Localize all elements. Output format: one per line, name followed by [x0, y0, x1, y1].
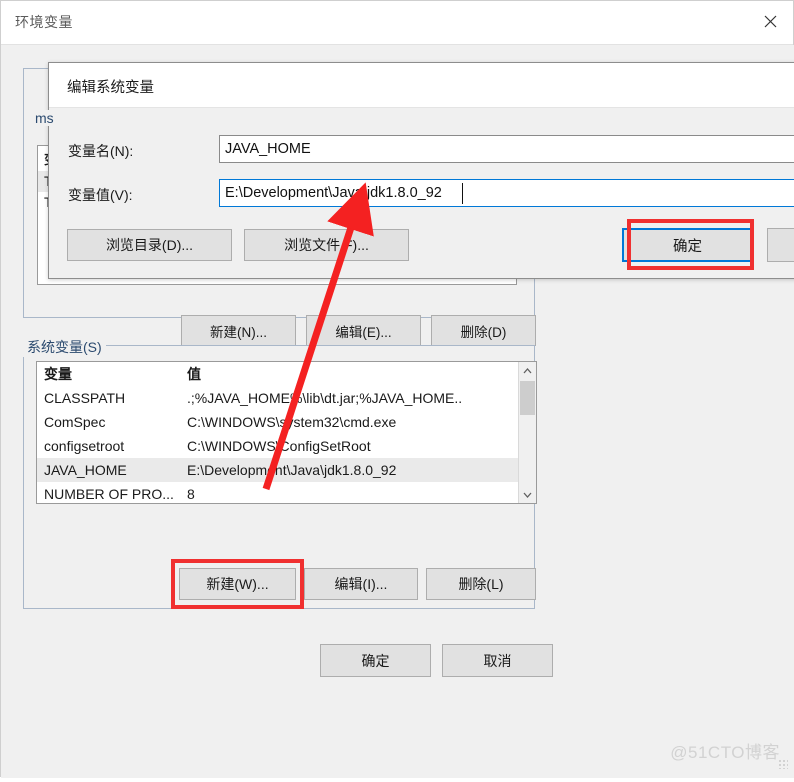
row-variable-value: C:\WINDOWS\ConfigSetRoot — [187, 438, 371, 454]
row-variable-value: .;%JAVA_HOME%\lib\dt.jar;%JAVA_HOME.. — [187, 390, 463, 406]
list-scrollbar[interactable] — [518, 362, 536, 503]
table-row[interactable]: configsetroot C:\WINDOWS\ConfigSetRoot — [37, 434, 518, 458]
table-header-row: 变量 值 — [37, 362, 518, 386]
chevron-up-icon[interactable] — [519, 362, 536, 379]
variable-value-label: 变量值(V): — [68, 187, 133, 203]
system-edit-button[interactable]: 编辑(I)... — [304, 568, 418, 600]
system-variables-rows: 变量 值 CLASSPATH .;%JAVA_HOME%\lib\dt.jar;… — [37, 362, 518, 503]
window-titlebar: 环境变量 — [1, 1, 793, 41]
row-variable-name: JAVA_HOME — [44, 462, 127, 478]
table-row[interactable]: CLASSPATH .;%JAVA_HOME%\lib\dt.jar;%JAVA… — [37, 386, 518, 410]
user-delete-button[interactable]: 删除(D) — [431, 315, 536, 346]
system-delete-button[interactable]: 删除(L) — [426, 568, 536, 600]
variable-name-input[interactable] — [219, 135, 794, 163]
user-variables-group-label: ms — [31, 110, 58, 126]
user-edit-button[interactable]: 编辑(E)... — [306, 315, 421, 346]
edit-system-variable-dialog: 编辑系统变量 变量名(N): 变量值(V): 浏览目录(D)... 浏览文件 F… — [48, 62, 794, 279]
watermark-dots-icon — [778, 759, 788, 769]
system-variables-list[interactable]: 变量 值 CLASSPATH .;%JAVA_HOME%\lib\dt.jar;… — [36, 361, 537, 504]
row-variable-name: configsetroot — [44, 438, 125, 454]
row-variable-value: C:\WINDOWS\system32\cmd.exe — [187, 414, 397, 430]
edit-dialog-titlebar: 编辑系统变量 — [49, 63, 794, 108]
browse-directory-button[interactable]: 浏览目录(D)... — [67, 229, 232, 261]
scrollbar-thumb[interactable] — [520, 381, 535, 415]
table-row[interactable]: ComSpec C:\WINDOWS\system32\cmd.exe — [37, 410, 518, 434]
row-variable-name: NUMBER OF PRO... — [44, 486, 174, 502]
row-variable-name: CLASSPATH — [44, 390, 126, 406]
table-row-selected[interactable]: JAVA_HOME E:\Development\Java\jdk1.8.0_9… — [37, 458, 518, 482]
edit-dialog-title: 编辑系统变量 — [67, 80, 154, 96]
table-row[interactable]: NUMBER OF PRO... 8 — [37, 482, 518, 503]
system-variables-group-label: 系统变量(S) — [23, 337, 106, 357]
system-new-button[interactable]: 新建(W)... — [179, 568, 296, 600]
watermark-text: @51CTO博客 — [670, 743, 780, 762]
close-icon[interactable] — [747, 1, 793, 41]
edit-dialog-cancel-button[interactable]: 取消 — [767, 228, 794, 262]
row-variable-value: 8 — [187, 486, 195, 502]
browse-file-button[interactable]: 浏览文件 F)... — [244, 229, 409, 261]
text-caret — [462, 183, 463, 204]
window-ok-button[interactable]: 确定 — [320, 644, 431, 677]
row-variable-value: E:\Development\Java\jdk1.8.0_92 — [187, 462, 397, 478]
user-new-button[interactable]: 新建(N)... — [181, 315, 296, 346]
window-title: 环境变量 — [15, 14, 73, 30]
column-header-variable: 变量 — [44, 366, 72, 382]
window-cancel-button[interactable]: 取消 — [442, 644, 553, 677]
row-variable-name: ComSpec — [44, 414, 106, 430]
column-header-value: 值 — [187, 366, 201, 382]
variable-value-input[interactable] — [219, 179, 794, 207]
edit-dialog-ok-button[interactable]: 确定 — [622, 228, 753, 262]
variable-name-label: 变量名(N): — [68, 143, 134, 159]
chevron-down-icon[interactable] — [519, 486, 536, 503]
